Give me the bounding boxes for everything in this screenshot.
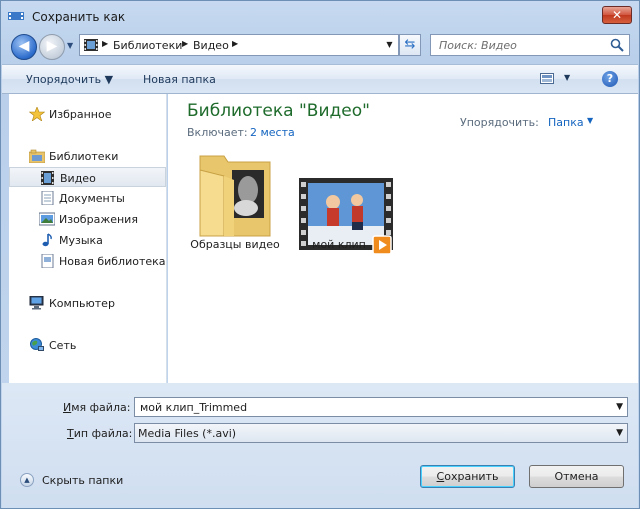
music-icon — [42, 233, 52, 247]
sidebar-item-label: Библиотеки — [49, 150, 119, 163]
file-item-my-clip[interactable]: мой клип — [284, 150, 394, 260]
sidebar-item-label: Музыка — [59, 234, 103, 247]
window-title: Сохранить как — [32, 10, 126, 24]
sidebar-item-label: Новая библиотека — [59, 255, 166, 268]
collapse-icon[interactable]: ▲ — [20, 473, 34, 487]
title-bar: Сохранить как ✕ — [1, 1, 639, 31]
documents-icon — [41, 191, 54, 205]
new-folder-button[interactable]: Новая папка — [143, 73, 216, 86]
filetype-select[interactable]: Media Files (*.avi) ▼ — [134, 423, 628, 443]
libraries-icon — [29, 149, 45, 163]
sidebar-item-libraries[interactable]: Библиотеки — [9, 146, 166, 166]
change-view-icon[interactable] — [540, 73, 554, 84]
arrange-dropdown-arrow[interactable]: ▼ — [587, 116, 593, 125]
close-button[interactable]: ✕ — [602, 6, 632, 24]
address-bar[interactable]: ▶ Библиотеки ▶ Видео ▶ ▼ — [79, 34, 399, 56]
filetype-label-text: ип файла: — [73, 427, 133, 440]
pictures-icon — [39, 212, 55, 226]
filename-label-text: мя файла: — [71, 401, 131, 414]
new-library-icon — [41, 254, 54, 268]
video-library-icon — [84, 39, 98, 51]
filetype-label: Тип файла: — [67, 427, 132, 440]
search-input[interactable]: Поиск: Видео — [430, 34, 630, 56]
help-icon[interactable]: ? — [602, 71, 618, 87]
sidebar-item-new-library[interactable]: Новая библиотека — [9, 251, 166, 271]
network-icon — [30, 338, 44, 351]
hide-folders-label[interactable]: Скрыть папки — [42, 474, 123, 487]
breadcrumb-libraries[interactable]: Библиотеки — [113, 39, 182, 52]
sidebar-item-favorites[interactable]: Избранное — [9, 104, 166, 124]
page-title: Библиотека "Видео" — [187, 101, 370, 121]
video-icon — [41, 171, 54, 185]
star-icon — [29, 107, 45, 121]
cancel-button[interactable]: Отмена — [529, 465, 624, 488]
file-name: мой клип — [312, 238, 366, 251]
refresh-button[interactable]: ⇆ — [399, 34, 421, 56]
includes-label: Включает: — [187, 126, 248, 139]
command-bar: Упорядочить ▼ Новая папка ▼ ? — [2, 64, 638, 94]
computer-icon — [29, 296, 44, 310]
sidebar-item-computer[interactable]: Компьютер — [9, 293, 166, 313]
back-button[interactable]: ◀ — [11, 34, 37, 60]
sidebar-item-label: Документы — [59, 192, 125, 205]
filetype-label-accesskey: Т — [67, 427, 74, 440]
folder-icon — [199, 155, 271, 237]
sidebar-item-label: Изображения — [59, 213, 138, 226]
sidebar-item-network[interactable]: Сеть — [9, 335, 166, 355]
sidebar-item-label: Видео — [60, 172, 96, 185]
arrange-by-label: Упорядочить: — [460, 116, 539, 129]
filename-label-accesskey: И — [63, 401, 72, 414]
navigation-pane: Избранное Библиотеки Видео Документы Изо… — [9, 94, 167, 383]
sidebar-item-pictures[interactable]: Изображения — [9, 209, 166, 229]
filetype-dropdown-arrow[interactable]: ▼ — [616, 428, 623, 438]
breadcrumb-separator[interactable]: ▶ — [102, 39, 108, 48]
save-label: охранить — [444, 470, 499, 483]
sidebar-item-label: Компьютер — [49, 297, 115, 310]
organize-menu-button[interactable]: Упорядочить ▼ — [26, 73, 113, 86]
save-as-dialog: Сохранить как ✕ ◀ ▶ ▼ ▶ Библиотеки ▶ Вид… — [0, 0, 640, 509]
save-form-area: Имя файла: мой клип_Trimmed ▼ Тип файла:… — [2, 383, 638, 508]
sidebar-item-music[interactable]: Музыка — [9, 230, 166, 250]
filename-history-dropdown[interactable]: ▼ — [616, 402, 623, 412]
includes-locations-link[interactable]: 2 места — [250, 126, 295, 139]
file-item-sample-videos[interactable]: Образцы видео — [180, 150, 290, 260]
sidebar-item-video[interactable]: Видео — [9, 167, 166, 187]
filetype-value[interactable]: Media Files (*.avi) — [138, 427, 236, 440]
sidebar-item-label: Избранное — [49, 108, 112, 121]
recent-pages-dropdown[interactable]: ▼ — [67, 41, 77, 51]
breadcrumb-separator[interactable]: ▶ — [182, 39, 188, 48]
search-icon[interactable] — [610, 38, 624, 52]
sidebar-item-label: Сеть — [49, 339, 77, 352]
forward-button[interactable]: ▶ — [39, 34, 65, 60]
sidebar-item-documents[interactable]: Документы — [9, 188, 166, 208]
breadcrumb-separator[interactable]: ▶ — [232, 39, 238, 48]
filename-label: Имя файла: — [63, 401, 130, 414]
filename-field[interactable]: мой клип_Trimmed ▼ — [134, 397, 628, 417]
file-list-pane: Библиотека "Видео" Включает: 2 места Упо… — [168, 94, 638, 383]
address-dropdown-button[interactable]: ▼ — [381, 35, 398, 55]
filename-value[interactable]: мой клип_Trimmed — [140, 401, 247, 414]
view-options-dropdown[interactable]: ▼ — [564, 73, 570, 82]
window-app-icon — [8, 12, 24, 20]
search-placeholder: Поиск: Видео — [439, 39, 517, 52]
breadcrumb-video[interactable]: Видео — [193, 39, 229, 52]
save-button[interactable]: Сохранить — [420, 465, 515, 488]
arrange-by-dropdown[interactable]: Папка — [548, 116, 584, 129]
file-name: Образцы видео — [190, 238, 280, 251]
